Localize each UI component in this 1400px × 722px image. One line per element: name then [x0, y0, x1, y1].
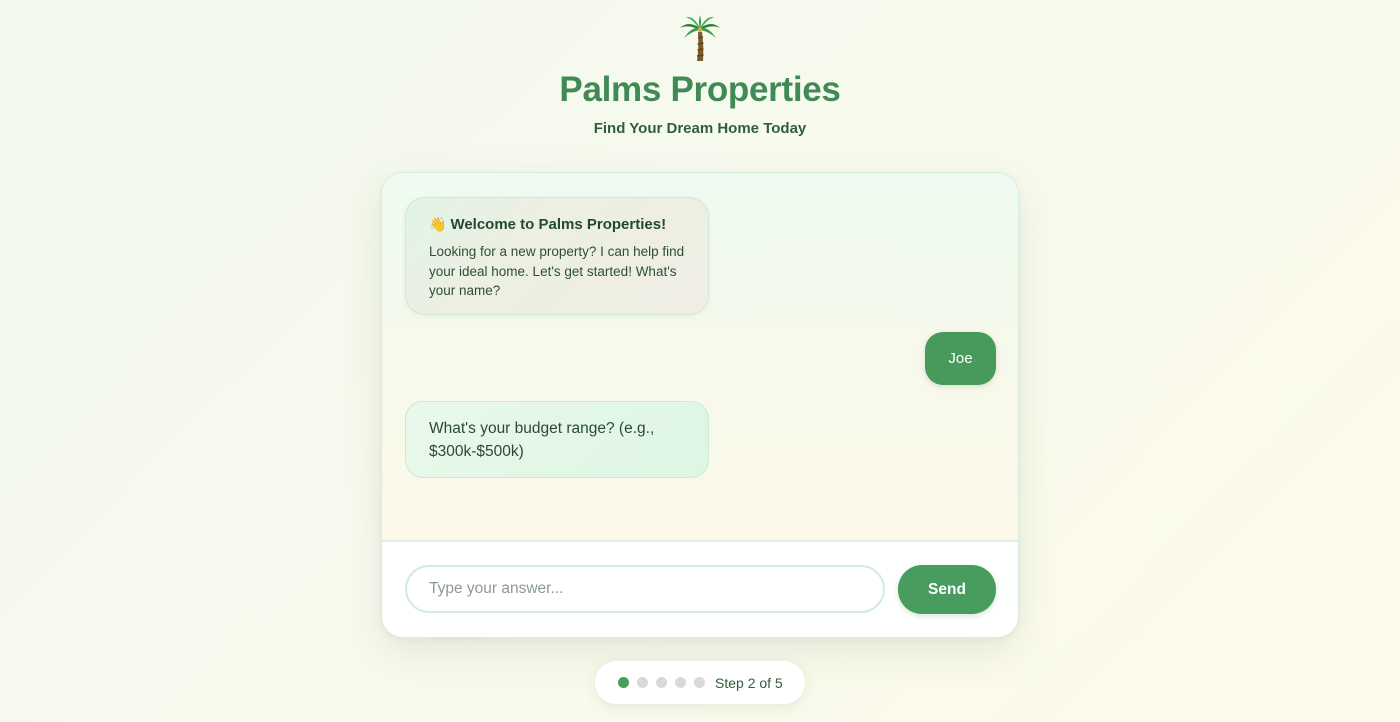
send-button[interactable]: Send — [898, 565, 996, 614]
waving-hand-icon: 👋 — [429, 216, 447, 232]
progress-dot-1 — [618, 677, 629, 688]
palm-tree-icon — [678, 14, 722, 62]
composer: Send — [382, 542, 1018, 637]
message-list: 👋 Welcome to Palms Properties! Looking fo… — [382, 173, 1018, 542]
bot-message-welcome: 👋 Welcome to Palms Properties! Looking fo… — [405, 197, 709, 315]
progress-dot-2 — [637, 677, 648, 688]
progress-dot-3 — [656, 677, 667, 688]
user-message: Joe — [925, 332, 996, 385]
welcome-text: Looking for a new property? I can help f… — [429, 244, 685, 298]
progress-indicator: Step 2 of 5 — [595, 661, 805, 704]
progress-dot-5 — [694, 677, 705, 688]
brand-title: Palms Properties — [559, 70, 841, 109]
welcome-title: 👋 Welcome to Palms Properties! — [429, 216, 686, 233]
step-label: Step 2 of 5 — [715, 674, 783, 691]
chat-card: 👋 Welcome to Palms Properties! Looking fo… — [381, 172, 1019, 638]
bot-message-question: What's your budget range? (e.g., $300k-$… — [405, 401, 709, 478]
progress-dot-4 — [675, 677, 686, 688]
brand-subtitle: Find Your Dream Home Today — [593, 120, 807, 137]
answer-input[interactable] — [405, 565, 885, 613]
welcome-title-text: Welcome to Palms Properties! — [450, 216, 667, 233]
